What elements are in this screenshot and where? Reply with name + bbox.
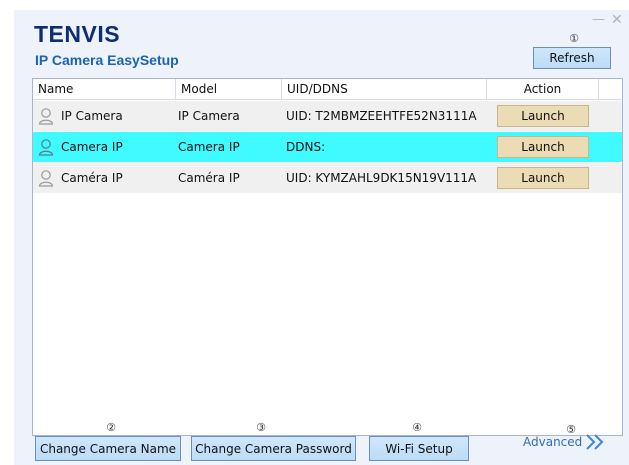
row-model: IP Camera bbox=[178, 109, 240, 123]
table-row[interactable]: Camera IP Camera IP DDNS: Launch bbox=[33, 132, 622, 162]
double-chevron-right-icon bbox=[586, 434, 604, 450]
row-model: Caméra IP bbox=[178, 171, 240, 185]
launch-button[interactable]: Launch bbox=[497, 105, 589, 127]
launch-button[interactable]: Launch bbox=[497, 136, 589, 158]
marker-wifi-setup: ④ bbox=[412, 421, 422, 434]
row-name: Caméra IP bbox=[61, 171, 123, 185]
logo-text: TENVIS bbox=[34, 21, 121, 47]
table-row[interactable]: Caméra IP Caméra IP UID: KYMZAHL9DK15N19… bbox=[33, 163, 622, 193]
marker-refresh: ① bbox=[569, 32, 579, 45]
tenvis-logo: TENVIS bbox=[34, 21, 120, 48]
row-name: IP Camera bbox=[61, 109, 123, 123]
advanced-link[interactable]: Advanced bbox=[523, 432, 606, 452]
table-header: Name Model UID/DDNS Action bbox=[33, 79, 622, 100]
column-header-model[interactable]: Model bbox=[176, 79, 282, 99]
column-header-action[interactable]: Action bbox=[487, 79, 599, 99]
advanced-label: Advanced bbox=[523, 435, 583, 449]
wifi-setup-button[interactable]: Wi-Fi Setup bbox=[369, 436, 469, 461]
change-camera-password-button[interactable]: Change Camera Password bbox=[191, 436, 356, 461]
column-header-name[interactable]: Name bbox=[33, 79, 176, 99]
user-icon bbox=[38, 139, 54, 156]
table-row[interactable]: IP Camera IP Camera UID: T2MBMZEEHTFE52N… bbox=[33, 101, 622, 131]
launch-button[interactable]: Launch bbox=[497, 167, 589, 189]
column-header-uid[interactable]: UID/DDNS bbox=[282, 79, 487, 99]
column-header-spacer bbox=[599, 79, 622, 99]
app-title: IP Camera EasySetup bbox=[35, 52, 179, 68]
change-camera-name-button[interactable]: Change Camera Name bbox=[35, 436, 181, 461]
row-uid: DDNS: bbox=[286, 140, 326, 154]
user-icon bbox=[38, 170, 54, 187]
camera-table: Name Model UID/DDNS Action IP Camera IP … bbox=[32, 78, 623, 436]
row-uid: UID: KYMZAHL9DK15N19V111A bbox=[286, 171, 477, 185]
refresh-button[interactable]: Refresh bbox=[533, 47, 611, 69]
marker-change-password: ③ bbox=[256, 421, 266, 434]
close-icon[interactable]: ✕ bbox=[611, 13, 623, 27]
row-uid: UID: T2MBMZEEHTFE52N3111A bbox=[286, 109, 477, 123]
row-model: Camera IP bbox=[178, 140, 240, 154]
row-name: Camera IP bbox=[61, 140, 123, 154]
marker-change-name: ② bbox=[106, 421, 116, 434]
minimize-icon[interactable]: — bbox=[592, 13, 605, 27]
app-window: TENVIS IP Camera EasySetup — ✕ ① Refresh… bbox=[14, 10, 629, 465]
user-icon bbox=[38, 108, 54, 125]
